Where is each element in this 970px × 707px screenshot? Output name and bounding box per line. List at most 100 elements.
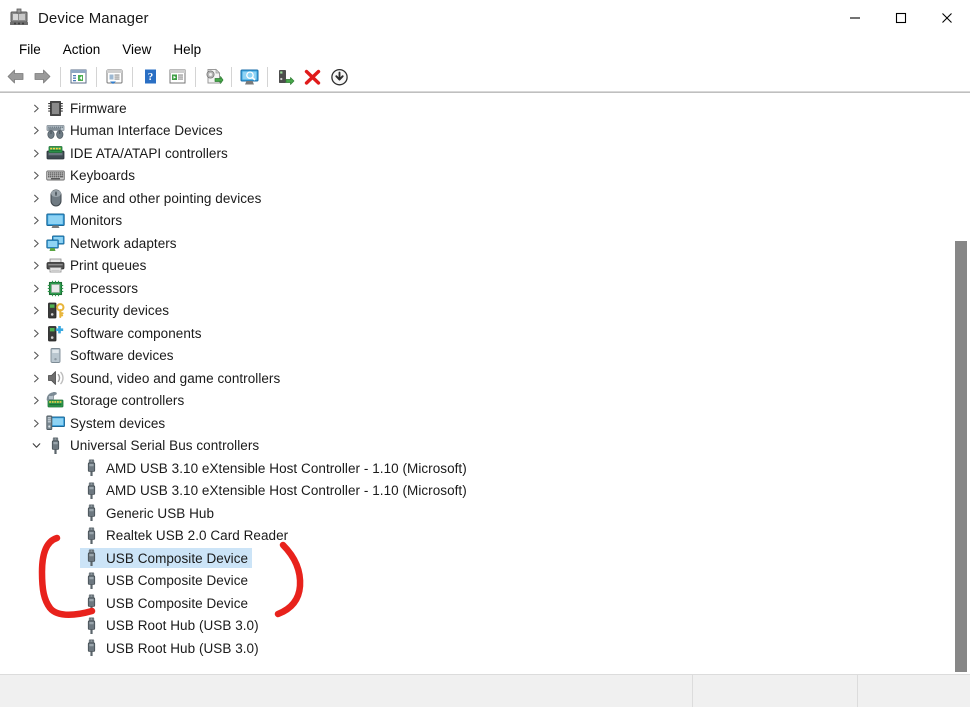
chevron-right-icon[interactable] — [28, 261, 44, 270]
tree-node-label: Universal Serial Bus controllers — [70, 438, 260, 454]
chevron-right-icon[interactable] — [28, 239, 44, 248]
tree-node[interactable]: USB Composite Device — [0, 570, 952, 593]
usb-icon — [46, 437, 65, 455]
tree-node-content[interactable]: Human Interface Devices — [44, 121, 227, 141]
tree-node-label: Network adapters — [70, 235, 177, 251]
chevron-right-icon[interactable] — [28, 306, 44, 315]
tree-node-content[interactable]: Print queues — [44, 256, 150, 276]
svg-text:?: ? — [148, 71, 154, 83]
processor-icon — [46, 279, 65, 297]
tree-node-content[interactable]: Security devices — [44, 301, 173, 321]
chevron-right-icon[interactable] — [28, 126, 44, 135]
update-driver-icon[interactable] — [164, 64, 191, 90]
tree-node-content[interactable]: System devices — [44, 413, 169, 433]
usb-icon — [82, 617, 101, 635]
tree-node-content[interactable]: USB Composite Device — [80, 593, 252, 613]
menu-file[interactable]: File — [8, 39, 52, 60]
chevron-right-icon[interactable] — [28, 351, 44, 360]
tree-node[interactable]: Keyboards — [0, 165, 952, 188]
tree-node-content[interactable]: Sound, video and game controllers — [44, 368, 284, 388]
chevron-down-icon[interactable] — [28, 441, 44, 450]
sound-icon — [46, 369, 65, 387]
tree-node[interactable]: Software components — [0, 322, 952, 345]
tree-node[interactable]: Firmware — [0, 97, 952, 120]
chevron-right-icon[interactable] — [28, 171, 44, 180]
tree-node[interactable]: Monitors — [0, 210, 952, 233]
tree-node[interactable]: USB Root Hub (USB 3.0) — [0, 637, 952, 660]
vertical-scrollbar[interactable] — [952, 93, 970, 672]
tree-node-content[interactable]: Mice and other pointing devices — [44, 188, 265, 208]
tree-node[interactable]: Print queues — [0, 255, 952, 278]
tree-node[interactable]: Generic USB Hub — [0, 502, 952, 525]
tree-node-content[interactable]: Generic USB Hub — [80, 503, 218, 523]
properties-icon[interactable] — [65, 64, 92, 90]
scan-for-hardware-changes-icon[interactable] — [200, 64, 227, 90]
tree-node[interactable]: Software devices — [0, 345, 952, 368]
minimize-button[interactable] — [832, 0, 878, 36]
chevron-right-icon[interactable] — [28, 374, 44, 383]
tree-node[interactable]: Security devices — [0, 300, 952, 323]
chevron-right-icon[interactable] — [28, 284, 44, 293]
toolbar: ? — [0, 62, 970, 92]
tree-node[interactable]: Human Interface Devices — [0, 120, 952, 143]
tree-node-content[interactable]: Software components — [44, 323, 206, 343]
tree-node-content[interactable]: USB Root Hub (USB 3.0) — [80, 616, 263, 636]
toolbar-separator — [195, 66, 196, 87]
menu-action[interactable]: Action — [52, 39, 112, 60]
chevron-right-icon[interactable] — [28, 329, 44, 338]
uninstall-device-icon[interactable] — [299, 64, 326, 90]
tree-node[interactable]: Storage controllers — [0, 390, 952, 413]
tree-node[interactable]: System devices — [0, 412, 952, 435]
tree-node[interactable]: Mice and other pointing devices — [0, 187, 952, 210]
security-device-icon — [46, 302, 65, 320]
help-icon[interactable]: ? — [137, 64, 164, 90]
tree-node-label: Keyboards — [70, 168, 135, 184]
device-tree[interactable]: Firmware Human Interface Devices IDE ATA/A… — [0, 93, 952, 672]
menu-help[interactable]: Help — [162, 39, 212, 60]
forward-icon[interactable] — [29, 64, 56, 90]
tree-node-content[interactable]: Software devices — [44, 346, 178, 366]
enable-device-icon[interactable] — [272, 64, 299, 90]
back-icon[interactable] — [2, 64, 29, 90]
tree-node[interactable]: Processors — [0, 277, 952, 300]
tree-node[interactable]: USB Root Hub (USB 3.0) — [0, 615, 952, 638]
tree-node-content[interactable]: Universal Serial Bus controllers — [44, 436, 263, 456]
tree-node-content[interactable]: AMD USB 3.10 eXtensible Host Controller … — [80, 481, 471, 501]
tree-node-content[interactable]: Firmware — [44, 98, 131, 118]
tree-node-content[interactable]: Network adapters — [44, 233, 181, 253]
tree-node[interactable]: AMD USB 3.10 eXtensible Host Controller … — [0, 457, 952, 480]
chevron-right-icon[interactable] — [28, 396, 44, 405]
chevron-right-icon[interactable] — [28, 149, 44, 158]
tree-node-content[interactable]: IDE ATA/ATAPI controllers — [44, 143, 232, 163]
chevron-right-icon[interactable] — [28, 216, 44, 225]
chevron-right-icon[interactable] — [28, 194, 44, 203]
scrollbar-thumb[interactable] — [955, 241, 967, 672]
tree-node-content[interactable]: AMD USB 3.10 eXtensible Host Controller … — [80, 458, 471, 478]
tree-node-content[interactable]: Keyboards — [44, 166, 139, 186]
tree-node[interactable]: Universal Serial Bus controllers — [0, 435, 952, 458]
tree-node[interactable]: IDE ATA/ATAPI controllers — [0, 142, 952, 165]
show-hide-console-tree-icon[interactable] — [101, 64, 128, 90]
tree-node[interactable]: Realtek USB 2.0 Card Reader — [0, 525, 952, 548]
tree-node-content[interactable]: USB Root Hub (USB 3.0) — [80, 638, 263, 658]
maximize-button[interactable] — [878, 0, 924, 36]
close-button[interactable] — [924, 0, 970, 36]
tree-node[interactable]: Sound, video and game controllers — [0, 367, 952, 390]
tree-node[interactable]: USB Composite Device — [0, 547, 952, 570]
tree-node[interactable]: AMD USB 3.10 eXtensible Host Controller … — [0, 480, 952, 503]
disable-device-icon[interactable] — [326, 64, 353, 90]
tree-node-content[interactable]: Monitors — [44, 211, 126, 231]
chevron-right-icon[interactable] — [28, 419, 44, 428]
tree-node[interactable]: Network adapters — [0, 232, 952, 255]
usb-icon — [82, 594, 101, 612]
tree-node-content[interactable]: Storage controllers — [44, 391, 188, 411]
display-icon[interactable] — [236, 64, 263, 90]
tree-node[interactable]: USB Composite Device — [0, 592, 952, 615]
usb-icon — [82, 549, 101, 567]
menu-view[interactable]: View — [111, 39, 162, 60]
tree-node-content[interactable]: Realtek USB 2.0 Card Reader — [80, 526, 292, 546]
tree-node-content[interactable]: USB Composite Device — [80, 571, 252, 591]
tree-node-content[interactable]: USB Composite Device — [80, 548, 253, 569]
chevron-right-icon[interactable] — [28, 104, 44, 113]
tree-node-content[interactable]: Processors — [44, 278, 142, 298]
